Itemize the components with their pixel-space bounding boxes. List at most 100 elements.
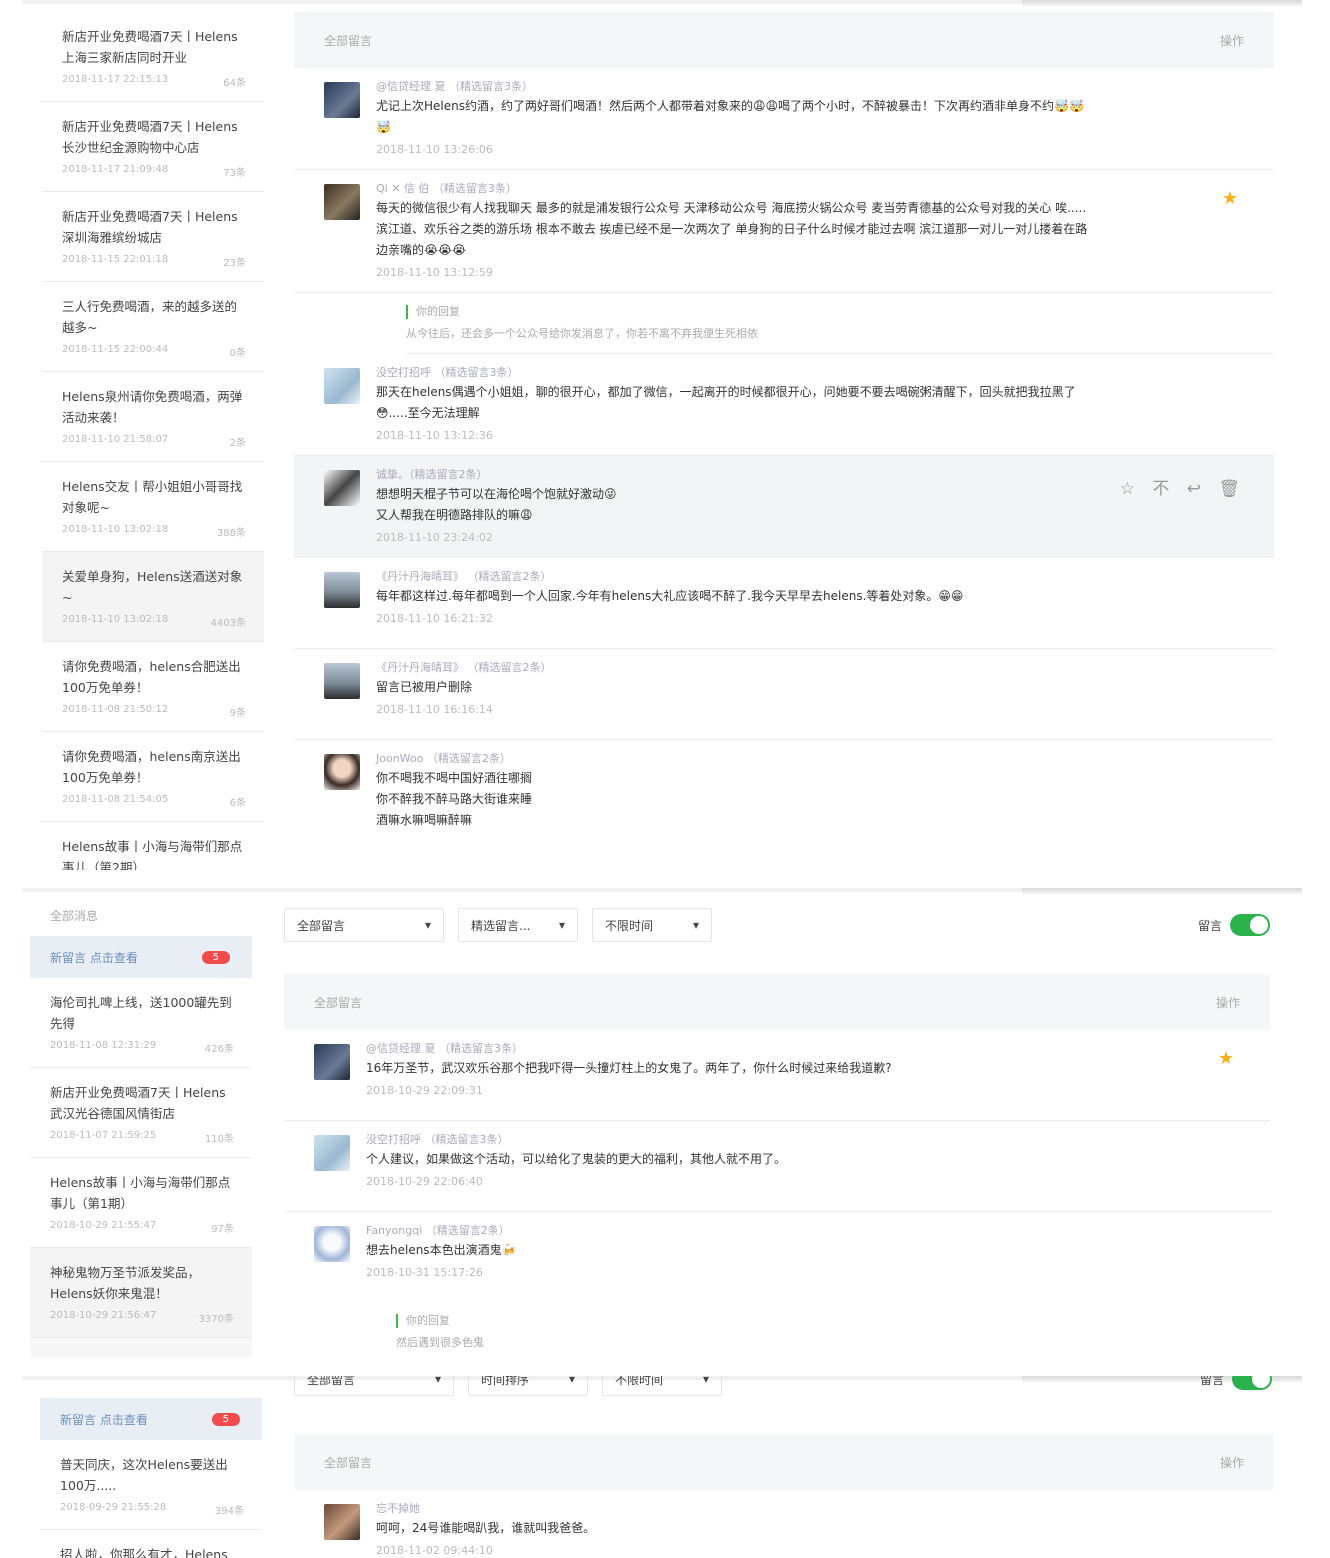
article-date: 2018-11-15 22:00:44 bbox=[62, 344, 169, 355]
comment-count: 110条 bbox=[204, 1134, 234, 1145]
comment-text: 每年都这样过.每年都喝到一个人回家.今年有helens大礼应该喝不醉了.我今天早… bbox=[376, 589, 964, 603]
featured-star-icon[interactable]: ★ bbox=[1222, 188, 1238, 209]
article-title: 普天同庆，这次Helens要送出100万..... bbox=[60, 1457, 228, 1493]
comment-text: 你不喝我不喝中国好酒往哪搁 你不醉我不醉马路大街谁来睡 酒嘛水嘛喝嘛醉嘛 bbox=[376, 771, 533, 827]
comments-header: 全部留言 操作 bbox=[284, 974, 1270, 1030]
avatar bbox=[314, 1226, 350, 1262]
comment-item: Qi ✕ 信 伯 （精选留言3条） 每天的微信很少有人找我聊天 最多的就是浦发银… bbox=[294, 170, 1274, 293]
comment-item: JoonWoo （精选留言2条） 你不喝我不喝中国好酒往哪搁 你不醉我不醉马路大… bbox=[294, 740, 1274, 841]
panel-1: 新店开业免费喝酒7天丨Helens上海三家新店同时开业 2018-11-17 2… bbox=[22, 0, 1302, 870]
article-item[interactable]: 新店开业免费喝酒7天丨Helens武汉光谷德国风情街店 2018-11-07 2… bbox=[30, 1068, 252, 1158]
chevron-down-icon: ▾ bbox=[568, 1376, 575, 1386]
comment-count: 97条 bbox=[211, 1224, 234, 1235]
comment-count: 64条 bbox=[223, 78, 246, 89]
article-date: 2018-11-17 21:09:48 bbox=[62, 164, 169, 175]
comment-time: 2018-11-10 13:12:59 bbox=[376, 266, 493, 279]
time-range-select[interactable]: 不限时间 ▾ bbox=[592, 908, 712, 942]
comment-time: 2018-11-02 09:44:10 bbox=[376, 1544, 493, 1557]
comment-time: 2018-11-10 16:21:32 bbox=[376, 612, 493, 625]
comment-count: 394条 bbox=[214, 1506, 244, 1517]
time-range-select[interactable]: 不限时间 ▾ bbox=[602, 1376, 722, 1396]
article-title: 海伦司扎啤上线，送1000罐先到先得 bbox=[50, 995, 232, 1031]
comment-item: 《丹汁丹海晴耳》 （精选留言2条） 每年都这样过.每年都喝到一个人回家.今年有h… bbox=[294, 558, 1274, 649]
article-item[interactable]: 新店开业免费喝酒7天丨Helens长沙世纪金源购物中心店 2018-11-17 … bbox=[42, 102, 264, 192]
select-value: 全部留言 bbox=[307, 1376, 356, 1387]
article-item[interactable]: 请你免费喝酒，helens合肥送出100万免单券！ 2018-11-08 21:… bbox=[42, 642, 264, 732]
select-value: 不限时间 bbox=[615, 1376, 664, 1387]
comment-text: 呵呵，24号谁能喝趴我，谁就叫我爸爸。 bbox=[376, 1521, 596, 1535]
comments-toggle-switch[interactable] bbox=[1232, 1376, 1272, 1390]
commenter-name: 《丹汁丹海晴耳》 （精选留言2条） bbox=[376, 570, 552, 583]
article-item[interactable]: 海伦司扎啤上线，送1000罐先到先得 2018-11-08 12:31:29 42… bbox=[30, 978, 252, 1068]
article-title: 新店开业免费喝酒7天丨Helens长沙世纪金源购物中心店 bbox=[62, 119, 238, 155]
chevron-down-icon: ▾ bbox=[692, 918, 699, 932]
filter-bar: 全部留言 ▾ 时间排序 ▾ 不限时间 ▾ bbox=[294, 1376, 722, 1396]
reply-text: 从今往后，还会多一个公众号给你发消息了，你若不离不弃我便生死相依 bbox=[406, 327, 758, 340]
comment-text: 想想明天棍子节可以在海伦喝个饱就好激动😜 又人帮我在明德路排队的嘛😩 bbox=[376, 487, 617, 522]
comment-type-select[interactable]: 全部留言 ▾ bbox=[294, 1376, 454, 1396]
comment-item: 没空打招呼 （精选留言3条） 那天在helens偶遇个小姐姐，聊的很开心，都加了… bbox=[294, 354, 1274, 456]
article-item[interactable]: 普天同庆，这次Helens要送出100万..... 2018-09-29 21:… bbox=[40, 1440, 262, 1530]
article-item[interactable]: Helens故事丨小海与海带们那点事儿（第2期） bbox=[42, 822, 264, 870]
new-comments-banner[interactable]: 新留言 点击查看 5 bbox=[40, 1398, 262, 1440]
comments-toggle-switch[interactable] bbox=[1230, 914, 1270, 936]
sort-select[interactable]: 时间排序 ▾ bbox=[468, 1376, 588, 1396]
comment-time: 2018-11-10 16:16:14 bbox=[376, 703, 493, 716]
article-title: Helens故事丨小海与海带们那点事儿（第2期） bbox=[62, 839, 243, 870]
header-all-comments: 全部留言 bbox=[314, 995, 363, 1010]
article-item[interactable]: 新店开业免费喝酒7天丨Helens深圳海雅缤纷城店 2018-11-15 22:… bbox=[42, 192, 264, 282]
article-title: 请你免费喝酒，helens南京送出100万免单券！ bbox=[62, 749, 241, 785]
avatar bbox=[314, 1044, 350, 1080]
chevron-down-icon: ▾ bbox=[434, 1376, 441, 1386]
comment-item: 《丹汁丹海晴耳》 （精选留言2条） 留言已被用户删除 2018-11-10 16… bbox=[294, 649, 1274, 740]
comment-text: 尤记上次Helens约酒，约了两好哥们喝酒！然后两个人都带着对象来的😩😩喝了两个… bbox=[376, 99, 1084, 134]
new-comments-banner[interactable]: 新留言 点击查看 5 bbox=[30, 936, 252, 978]
article-item[interactable]: 三人行免费喝酒，来的越多送的越多~ 2018-11-15 22:00:44 0条 bbox=[42, 282, 264, 372]
article-title: 关爱单身狗，Helens送酒送对象~ bbox=[62, 569, 243, 605]
toggle-label: 留言 bbox=[1197, 918, 1222, 933]
comment-count: 3370条 bbox=[198, 1314, 234, 1325]
comment-time: 2018-11-10 13:26:06 bbox=[376, 143, 493, 156]
comment-count: 0条 bbox=[229, 348, 246, 359]
comment-text: 每天的微信很少有人找我聊天 最多的就是浦发银行公众号 天津移动公众号 海底捞火锅… bbox=[376, 201, 1088, 257]
commenter-name: @信贷经理 夏 （精选留言3条） bbox=[376, 80, 533, 93]
article-title: 新店开业免费喝酒7天丨Helens深圳海雅缤纷城店 bbox=[62, 209, 238, 245]
article-sidebar: 新留言 点击查看 5 普天同庆，这次Helens要送出100万..... 201… bbox=[40, 1398, 262, 1558]
article-item[interactable]: Helens交友丨帮小姐姐小哥哥找对象呢~ 2018-11-10 13:02:1… bbox=[42, 462, 264, 552]
reply-label: 你的回复 bbox=[406, 305, 1274, 319]
article-item[interactable]: Helens泉州请你免费喝酒，两弹活动来袭！ 2018-11-10 21:58:… bbox=[42, 372, 264, 462]
featured-select[interactable]: 精选留言... ▾ bbox=[458, 908, 578, 942]
comments-panel: 全部留言 操作 忘不掉她 呵呵，24号谁能喝趴我，谁就叫我爸爸。 2018-11… bbox=[294, 1434, 1274, 1558]
comment-text: 个人建议，如果做这个活动，可以给化了鬼装的更大的福利，其他人就不用了。 bbox=[366, 1152, 787, 1166]
comment-count: 73条 bbox=[223, 168, 246, 179]
avatar bbox=[324, 663, 360, 699]
toggle-label: 留言 bbox=[1199, 1376, 1224, 1387]
comment-count: 4403条 bbox=[210, 618, 246, 629]
article-item[interactable]: 请你免费喝酒，helens南京送出100万免单券！ 2018-11-08 21:… bbox=[42, 732, 264, 822]
comment-action-icons[interactable]: ☆ 不 ↩ 🗑 bbox=[1120, 474, 1246, 499]
comments-panel: 全部留言 操作 @信贷经理 夏 （精选留言3条） 尤记上次Helens约酒，约了… bbox=[294, 12, 1274, 870]
top-shadow bbox=[1022, 888, 1302, 894]
featured-star-icon[interactable]: ★ bbox=[1218, 1048, 1234, 1069]
comments-header: 全部留言 操作 bbox=[294, 1434, 1274, 1490]
header-actions: 操作 bbox=[1219, 1455, 1244, 1470]
comment-count: 9条 bbox=[229, 708, 246, 719]
article-date: 2018-11-08 12:31:29 bbox=[50, 1040, 157, 1051]
avatar bbox=[324, 754, 360, 790]
comment-time: 2018-10-29 22:06:40 bbox=[366, 1175, 483, 1188]
article-item-selected[interactable]: 神秘鬼物万圣节派发奖品，Helens妖你来鬼混！ 2018-10-29 21:5… bbox=[30, 1248, 252, 1338]
header-all-comments: 全部留言 bbox=[324, 1455, 373, 1470]
select-value: 不限时间 bbox=[605, 918, 654, 933]
commenter-name: JoonWoo （精选留言2条） bbox=[376, 752, 511, 765]
article-item[interactable]: 新店开业免费喝酒7天丨Helens上海三家新店同时开业 2018-11-17 2… bbox=[42, 12, 264, 102]
article-date: 2018-11-08 21:54:05 bbox=[62, 794, 169, 805]
reply-label: 你的回复 bbox=[396, 1314, 1270, 1328]
comment-type-select[interactable]: 全部留言 ▾ bbox=[284, 908, 444, 942]
article-item[interactable]: 招人啦，你那么有才，Helens bbox=[40, 1530, 262, 1558]
comments-header: 全部留言 操作 bbox=[294, 12, 1274, 68]
article-title: 神秘鬼物万圣节派发奖品，Helens妖你来鬼混！ bbox=[50, 1265, 201, 1301]
article-item[interactable]: Helens故事丨小海与海带们那点事儿（第1期） 2018-10-29 21:5… bbox=[30, 1158, 252, 1248]
article-item-selected[interactable]: 关爱单身狗，Helens送酒送对象~ 2018-11-10 13:02:18 44… bbox=[42, 552, 264, 642]
comment-count: 2条 bbox=[229, 438, 246, 449]
new-comments-badge: 5 bbox=[211, 1412, 240, 1426]
